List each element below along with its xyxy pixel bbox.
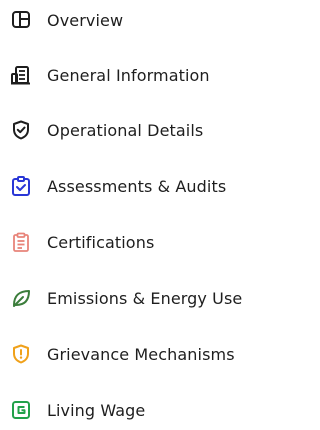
nav-label-emissions-energy-use: Emissions & Energy Use — [47, 288, 243, 308]
nav-label-general-information: General Information — [47, 65, 210, 85]
nav-label-operational-details: Operational Details — [47, 120, 204, 140]
shield-check-icon — [10, 119, 32, 141]
nav-label-assessments-audits: Assessments & Audits — [47, 176, 227, 196]
nav-label-overview: Overview — [47, 10, 124, 30]
nav-label-certifications: Certifications — [47, 232, 155, 252]
clipboard-check-icon — [10, 175, 32, 197]
nav-item-grievance-mechanisms[interactable]: Grievance Mechanisms — [0, 334, 310, 374]
nav-label-living-wage: Living Wage — [47, 400, 146, 420]
nav-item-certifications[interactable]: Certifications — [0, 222, 310, 262]
nav-item-operational-details[interactable]: Operational Details — [0, 110, 310, 150]
nav-item-overview[interactable]: Overview — [0, 0, 310, 40]
leaf-icon — [10, 287, 32, 309]
overview-icon — [10, 9, 32, 31]
document-icon — [10, 231, 32, 253]
nav-item-emissions-energy-use[interactable]: Emissions & Energy Use — [0, 278, 310, 318]
nav-label-grievance-mechanisms: Grievance Mechanisms — [47, 344, 235, 364]
nav-item-living-wage[interactable]: Living Wage — [0, 390, 310, 430]
building-icon — [10, 64, 32, 86]
nav-item-assessments-audits[interactable]: Assessments & Audits — [0, 166, 310, 206]
shield-alert-icon — [10, 343, 32, 365]
nav-item-general-information[interactable]: General Information — [0, 55, 310, 95]
sidebar-nav: Overview General Information Operational… — [0, 0, 310, 429]
wage-icon — [10, 399, 32, 421]
